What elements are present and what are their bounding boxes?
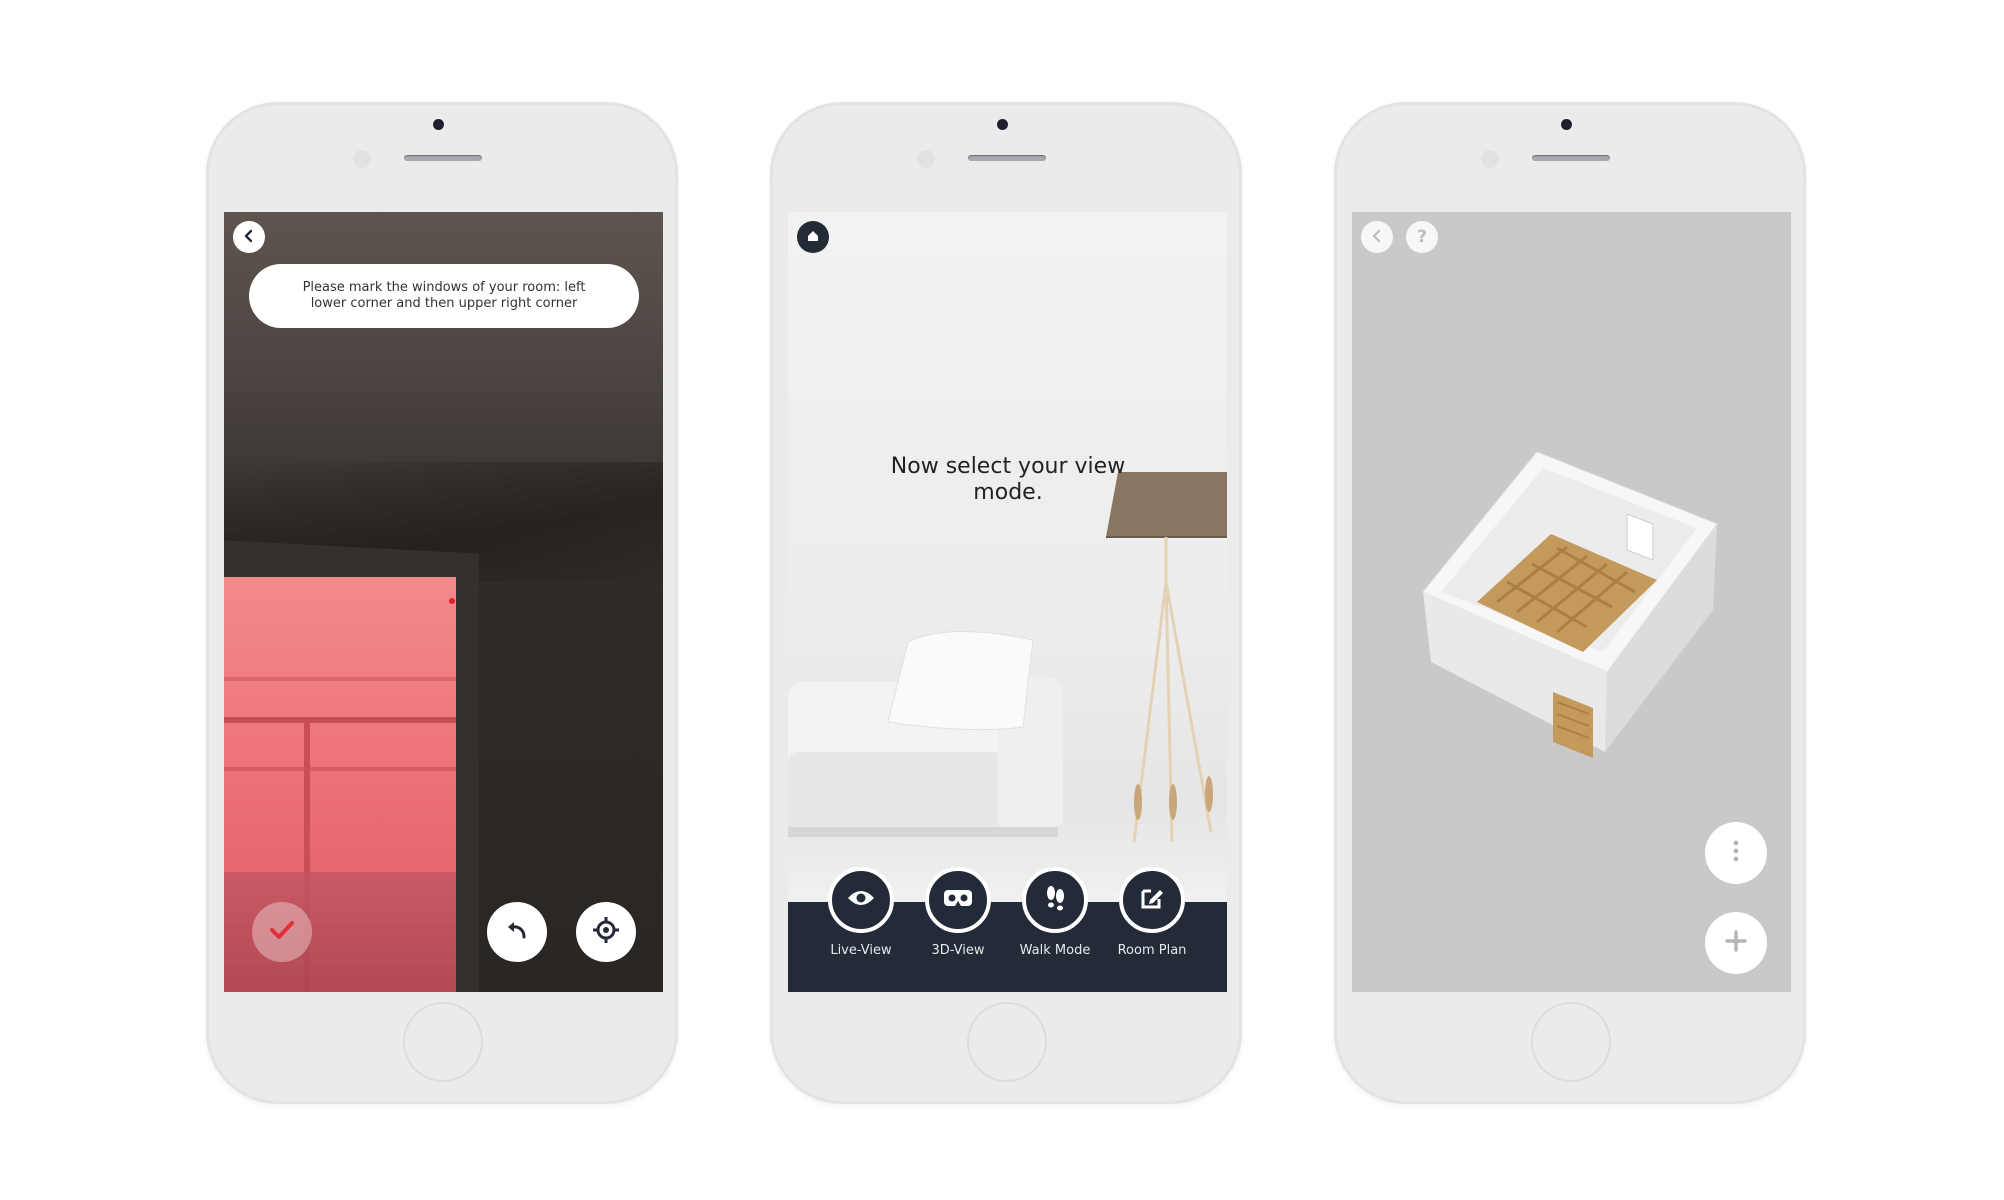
floor-lamp-illustration	[1106, 472, 1227, 843]
sofa-illustration	[788, 631, 1063, 837]
front-camera	[997, 119, 1008, 130]
view-mode-screen: Now select your view mode. Live-View 3D-…	[788, 212, 1227, 992]
window-transom	[224, 717, 456, 723]
more-vertical-icon	[1733, 840, 1739, 866]
mode-3d-view[interactable]: 3D-View	[913, 867, 1003, 958]
mode-room-plan[interactable]: Room Plan	[1107, 867, 1197, 958]
mode-live-view[interactable]: Live-View	[816, 867, 906, 958]
view-mode-headline: Now select your view mode.	[890, 454, 1126, 505]
back-button[interactable]	[233, 221, 265, 253]
back-button[interactable]	[1361, 221, 1393, 253]
proximity-sensor	[917, 150, 935, 168]
chevron-left-icon	[1370, 228, 1384, 247]
home-hardware-button[interactable]	[403, 1002, 483, 1082]
mode-label: 3D-View	[931, 943, 985, 958]
chevron-left-icon	[242, 228, 256, 247]
target-button[interactable]	[576, 902, 636, 962]
mode-circle	[1022, 867, 1088, 933]
help-button[interactable]: ?	[1406, 221, 1438, 253]
earpiece-speaker	[1532, 155, 1610, 161]
plus-icon	[1725, 930, 1747, 956]
home-button[interactable]	[797, 221, 829, 253]
mode-label: Live-View	[830, 943, 892, 958]
phone-frame-left: Please mark the windows of your room: le…	[206, 102, 678, 1104]
room-3d-model[interactable]	[1417, 452, 1727, 772]
add-button[interactable]	[1705, 912, 1767, 974]
proximity-sensor	[1481, 150, 1499, 168]
home-hardware-button[interactable]	[1531, 1002, 1611, 1082]
corner-marker[interactable]	[449, 598, 455, 604]
room-plan-screen: ?	[1352, 212, 1791, 992]
mode-circle	[925, 867, 991, 933]
front-camera	[1561, 119, 1572, 130]
mode-label: Room Plan	[1117, 943, 1187, 958]
check-icon	[269, 919, 295, 945]
eye-icon	[846, 888, 876, 912]
more-options-button[interactable]	[1705, 822, 1767, 884]
home-icon	[806, 228, 820, 247]
ar-window-marking-screen: Please mark the windows of your room: le…	[224, 212, 663, 992]
instruction-bubble: Please mark the windows of your room: le…	[249, 264, 639, 328]
undo-button[interactable]	[487, 902, 547, 962]
vr-headset-icon	[943, 888, 973, 912]
window-sill-line	[224, 677, 456, 681]
crosshair-icon	[592, 916, 620, 948]
phone-frame-right: ?	[1334, 102, 1806, 1104]
question-icon: ?	[1417, 227, 1427, 247]
instruction-text: Please mark the windows of your room: le…	[302, 280, 586, 311]
footsteps-icon	[1043, 884, 1067, 916]
mode-label: Walk Mode	[1019, 943, 1091, 958]
proximity-sensor	[353, 150, 371, 168]
phone-frame-middle: Now select your view mode. Live-View 3D-…	[770, 102, 1242, 1104]
front-camera	[433, 119, 444, 130]
window-rail	[224, 767, 456, 771]
undo-arrow-icon	[504, 919, 530, 945]
mode-walk[interactable]: Walk Mode	[1010, 867, 1100, 958]
mode-circle	[828, 867, 894, 933]
edit-icon	[1139, 885, 1165, 915]
earpiece-speaker	[404, 155, 482, 161]
confirm-button[interactable]	[252, 902, 312, 962]
mode-circle	[1119, 867, 1185, 933]
earpiece-speaker	[968, 155, 1046, 161]
home-hardware-button[interactable]	[967, 1002, 1047, 1082]
